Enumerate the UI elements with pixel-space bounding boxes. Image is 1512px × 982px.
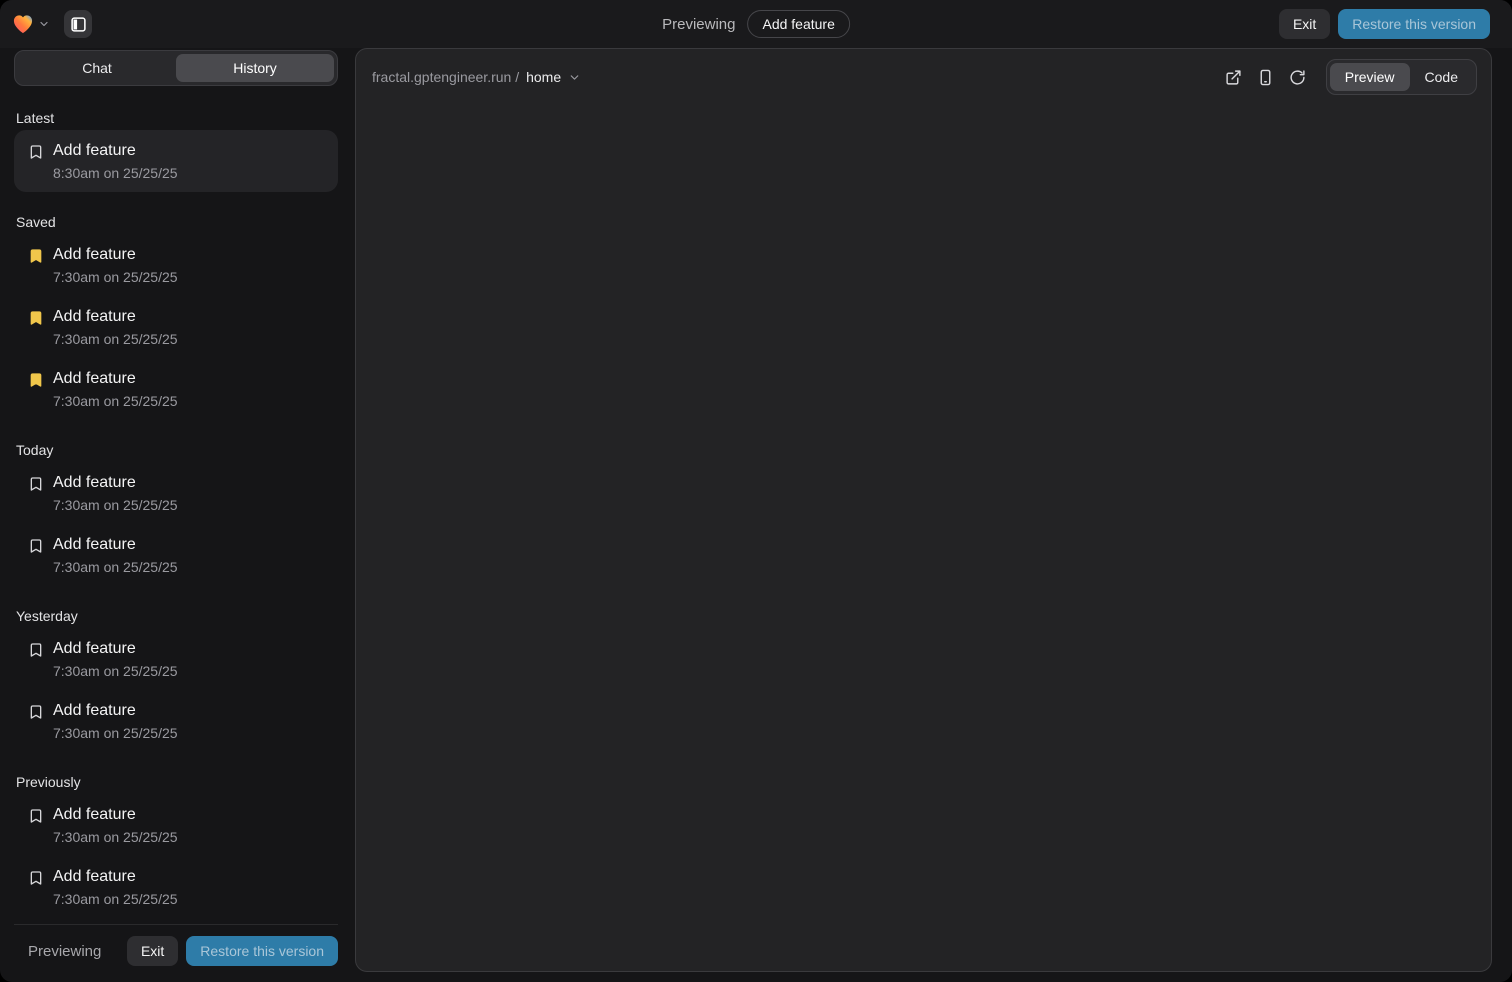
app-logo-menu[interactable] [12, 14, 50, 34]
sidebar-tab-switcher: Chat History [14, 50, 338, 86]
preview-panel-header: fractal.gptengineer.run / home [356, 49, 1491, 103]
exit-button[interactable]: Exit [127, 936, 178, 966]
bookmark-icon[interactable] [28, 538, 44, 559]
refresh-icon [1289, 69, 1306, 86]
bookmark-filled-icon[interactable] [28, 248, 44, 269]
mobile-preview-button[interactable] [1252, 63, 1280, 91]
history-sidebar: Chat History Latest Add feature 8:30am on … [14, 48, 338, 972]
history-item-timestamp: 7:30am on 25/25/25 [53, 559, 178, 575]
preview-panel: fractal.gptengineer.run / home [355, 48, 1492, 972]
exit-button[interactable]: Exit [1279, 9, 1330, 39]
history-item-text: Add feature 7:30am on 25/25/25 [53, 535, 178, 575]
app-window: Previewing Add feature Exit Restore this… [0, 0, 1512, 982]
history-item[interactable]: Add feature 7:30am on 25/25/25 [14, 358, 338, 420]
previewing-status-label: Previewing [662, 16, 735, 33]
history-section-title: Today [16, 442, 336, 458]
history-list: Latest Add feature 8:30am on 25/25/25 Saved… [14, 86, 338, 924]
history-item-title: Add feature [53, 639, 178, 659]
tab-code[interactable]: Code [1410, 63, 1473, 91]
history-item-timestamp: 7:30am on 25/25/25 [53, 829, 178, 845]
refresh-preview-button[interactable] [1284, 63, 1312, 91]
history-item[interactable]: Add feature 8:30am on 25/25/25 [14, 130, 338, 192]
history-item[interactable]: Add feature 7:30am on 25/25/25 [14, 794, 338, 856]
history-item[interactable]: Add feature 7:30am on 25/25/25 [14, 234, 338, 296]
bookmark-icon[interactable] [28, 642, 44, 663]
history-item-timestamp: 7:30am on 25/25/25 [53, 725, 178, 741]
bookmark-filled-icon[interactable] [28, 310, 44, 331]
version-name-badge[interactable]: Add feature [747, 10, 849, 38]
sidebar-toggle-button[interactable] [64, 10, 92, 38]
history-item-text: Add feature 7:30am on 25/25/25 [53, 701, 178, 741]
previewing-status-label: Previewing [28, 943, 101, 960]
history-item[interactable]: Add feature 7:30am on 25/25/25 [14, 856, 338, 918]
history-item-timestamp: 7:30am on 25/25/25 [53, 393, 178, 409]
history-item-title: Add feature [53, 369, 178, 389]
history-item[interactable]: Add feature 7:30am on 25/25/25 [14, 628, 338, 690]
history-item-title: Add feature [53, 701, 178, 721]
history-item[interactable]: Add feature 7:30am on 25/25/25 [14, 296, 338, 358]
lovable-heart-icon [12, 14, 34, 34]
restore-version-button[interactable]: Restore this version [1338, 9, 1490, 39]
top-bar: Previewing Add feature Exit Restore this… [0, 0, 1512, 48]
bookmark-icon[interactable] [28, 808, 44, 829]
preview-code-switcher: Preview Code [1326, 59, 1477, 95]
tab-history[interactable]: History [176, 54, 334, 82]
preview-viewport[interactable] [356, 103, 1491, 971]
history-item-timestamp: 7:30am on 25/25/25 [53, 663, 178, 679]
history-item-text: Add feature 7:30am on 25/25/25 [53, 867, 178, 907]
history-item-text: Add feature 7:30am on 25/25/25 [53, 369, 178, 409]
history-item-timestamp: 7:30am on 25/25/25 [53, 269, 178, 285]
history-section-title: Previously [16, 774, 336, 790]
bookmark-icon[interactable] [28, 704, 44, 725]
history-item-title: Add feature [53, 141, 178, 161]
history-item[interactable]: Add feature 7:30am on 25/25/25 [14, 690, 338, 752]
bookmark-filled-icon[interactable] [28, 372, 44, 393]
content-area: Chat History Latest Add feature 8:30am on … [0, 48, 1512, 982]
history-item-text: Add feature 7:30am on 25/25/25 [53, 639, 178, 679]
chevron-down-icon [38, 18, 50, 30]
history-item-title: Add feature [53, 867, 178, 887]
history-item-text: Add feature 7:30am on 25/25/25 [53, 307, 178, 347]
history-item-timestamp: 8:30am on 25/25/25 [53, 165, 178, 181]
history-item-text: Add feature 7:30am on 25/25/25 [53, 805, 178, 845]
sidebar-footer: Previewing Exit Restore this version [14, 924, 338, 972]
preview-url-domain: fractal.gptengineer.run / [372, 69, 519, 85]
history-item[interactable]: Add feature 7:30am on 25/25/25 [14, 524, 338, 586]
history-item-timestamp: 7:30am on 25/25/25 [53, 891, 178, 907]
mobile-icon [1257, 69, 1274, 86]
history-item-timestamp: 7:30am on 25/25/25 [53, 331, 178, 347]
bookmark-icon[interactable] [28, 144, 44, 165]
chevron-down-icon [568, 71, 581, 84]
preview-url-selector[interactable]: fractal.gptengineer.run / home [372, 69, 581, 85]
history-section-title: Saved [16, 214, 336, 230]
tab-chat[interactable]: Chat [18, 54, 176, 82]
history-item-title: Add feature [53, 245, 178, 265]
bookmark-icon[interactable] [28, 476, 44, 497]
history-item-text: Add feature 7:30am on 25/25/25 [53, 473, 178, 513]
history-section-title: Latest [16, 110, 336, 126]
bookmark-icon[interactable] [28, 870, 44, 891]
preview-url-route: home [526, 69, 561, 85]
tab-preview[interactable]: Preview [1330, 63, 1410, 91]
open-in-new-tab-button[interactable] [1220, 63, 1248, 91]
history-item-title: Add feature [53, 307, 178, 327]
history-section-title: Yesterday [16, 608, 336, 624]
panel-left-icon [70, 16, 87, 33]
history-item-title: Add feature [53, 535, 178, 555]
history-item-text: Add feature 7:30am on 25/25/25 [53, 245, 178, 285]
history-item-title: Add feature [53, 473, 178, 493]
restore-version-button[interactable]: Restore this version [186, 936, 338, 966]
history-item-timestamp: 7:30am on 25/25/25 [53, 497, 178, 513]
external-link-icon [1225, 69, 1242, 86]
history-item[interactable]: Add feature 7:30am on 25/25/25 [14, 462, 338, 524]
history-item-text: Add feature 8:30am on 25/25/25 [53, 141, 178, 181]
history-item-title: Add feature [53, 805, 178, 825]
